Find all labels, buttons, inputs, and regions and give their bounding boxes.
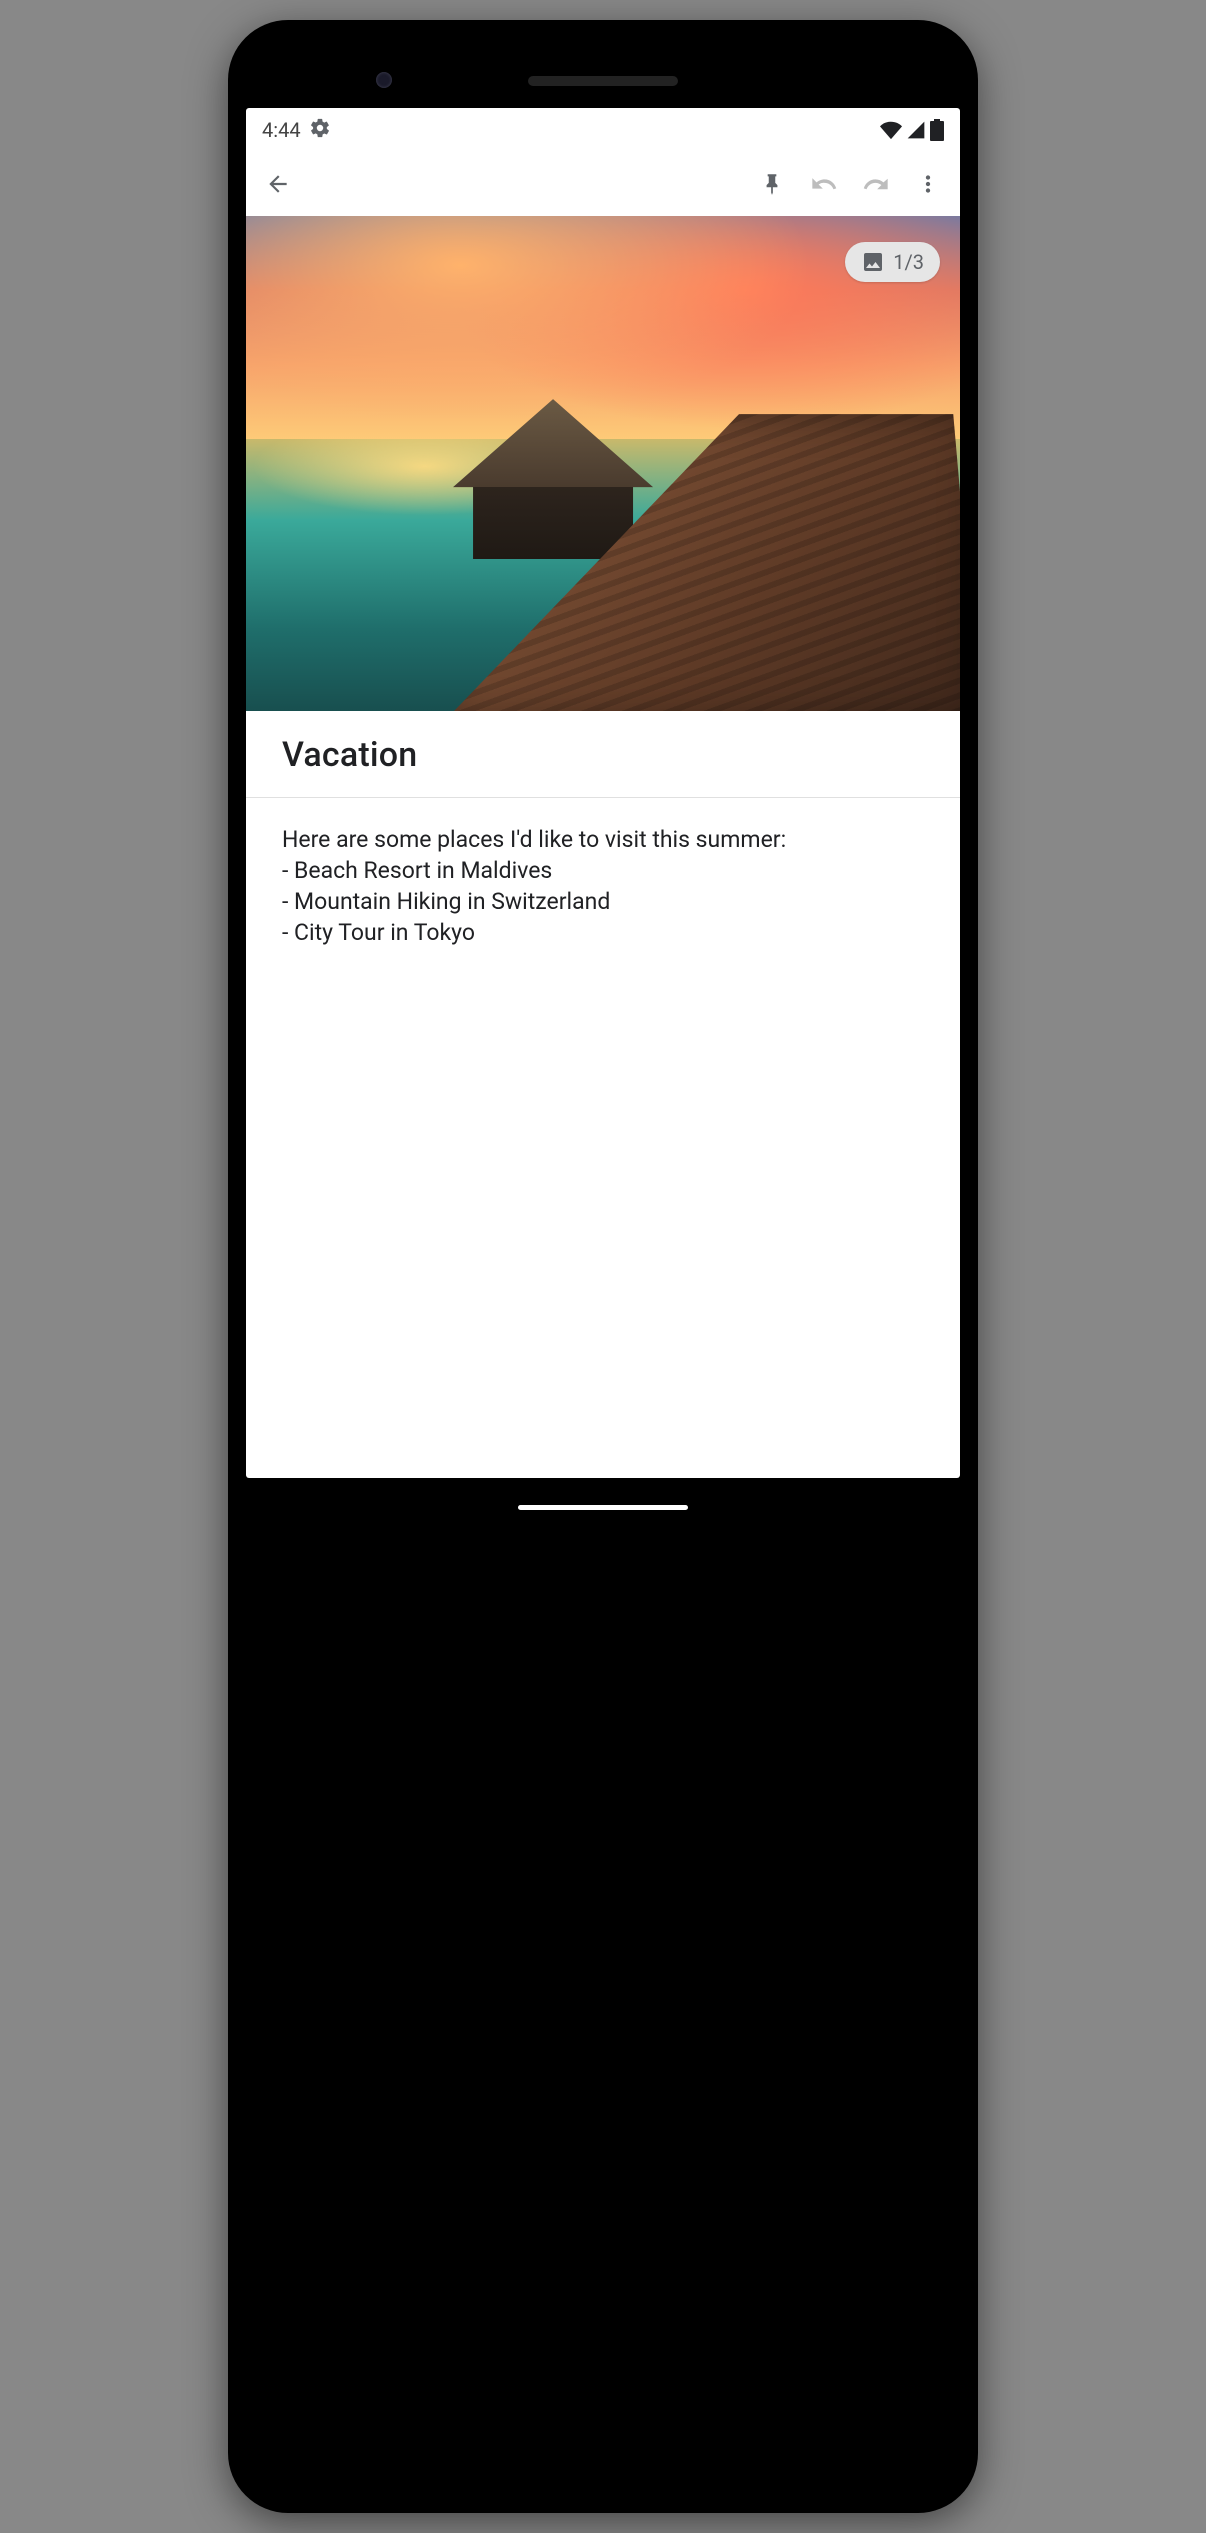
status-left: 4:44 xyxy=(262,117,331,144)
status-bar: 4:44 xyxy=(246,108,960,152)
more-vert-icon xyxy=(915,171,941,197)
device-frame: 4:44 xyxy=(228,20,978,2513)
battery-icon xyxy=(930,119,944,141)
image-icon xyxy=(861,250,885,274)
signal-icon xyxy=(906,120,926,140)
arrow-back-icon xyxy=(265,171,291,197)
device-speaker xyxy=(528,76,678,86)
image-counter-text: 1/3 xyxy=(893,250,924,274)
status-right xyxy=(880,119,944,141)
wifi-icon xyxy=(880,119,902,141)
note-hero-image[interactable]: 1/3 xyxy=(246,216,960,711)
undo-button[interactable] xyxy=(800,160,848,208)
app-bar xyxy=(246,152,960,216)
image-counter-chip[interactable]: 1/3 xyxy=(845,242,940,282)
undo-icon xyxy=(810,170,838,198)
note-body[interactable]: Here are some places I'd like to visit t… xyxy=(246,798,960,1478)
status-time: 4:44 xyxy=(262,118,301,142)
home-indicator[interactable] xyxy=(518,1505,688,1510)
overflow-button[interactable] xyxy=(904,160,952,208)
redo-button[interactable] xyxy=(852,160,900,208)
back-button[interactable] xyxy=(254,160,302,208)
pin-button[interactable] xyxy=(748,160,796,208)
pin-icon xyxy=(759,171,785,197)
device-inner: 4:44 xyxy=(246,38,960,1538)
device-camera xyxy=(376,72,392,88)
redo-icon xyxy=(862,170,890,198)
note-title[interactable]: Vacation xyxy=(282,735,924,775)
gear-icon xyxy=(309,117,331,144)
note-title-block: Vacation xyxy=(246,711,960,798)
screen: 4:44 xyxy=(246,108,960,1478)
